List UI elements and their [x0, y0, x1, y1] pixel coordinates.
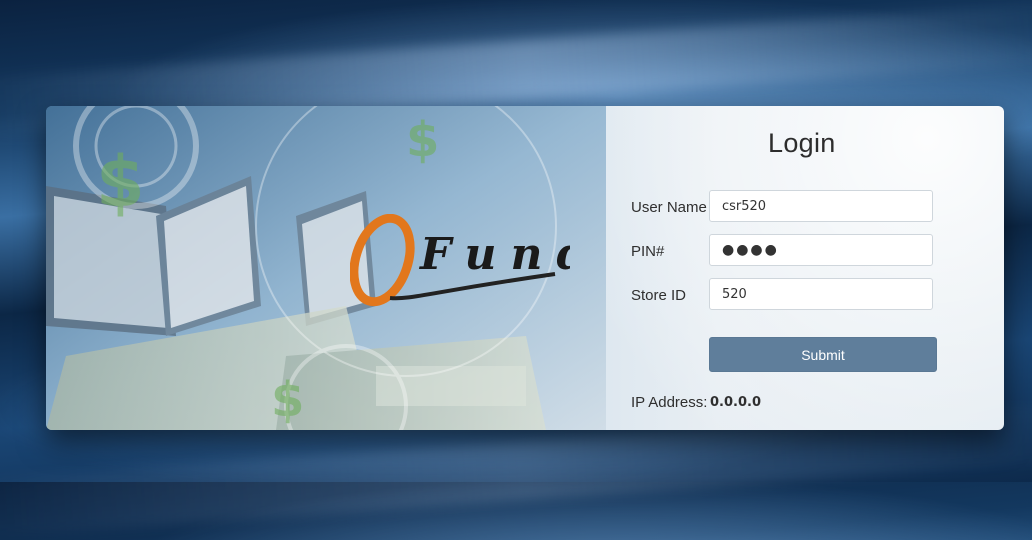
qfund-logo: Fund [350, 214, 570, 307]
pin-label: PIN# [631, 243, 665, 260]
store-id-label: Store ID [631, 287, 687, 304]
store-id-input[interactable]: 520 [709, 278, 933, 310]
svg-text:$: $ [96, 141, 145, 223]
login-card: $ $ $ Fund Login User Name csr520 PIN# ●… [46, 106, 1004, 430]
svg-text:$: $ [271, 372, 304, 428]
svg-text:$: $ [406, 112, 439, 168]
pin-input[interactable]: ●●●● [709, 234, 933, 266]
username-label: User Name [631, 199, 707, 216]
login-title: Login [768, 128, 836, 158]
ip-address-label: IP Address: [631, 394, 708, 411]
username-input[interactable]: csr520 [709, 190, 933, 222]
logo-wordmark: Fund [418, 229, 570, 280]
submit-button[interactable]: Submit [709, 337, 937, 372]
ip-address-value: 0.0.0.0 [710, 395, 761, 410]
